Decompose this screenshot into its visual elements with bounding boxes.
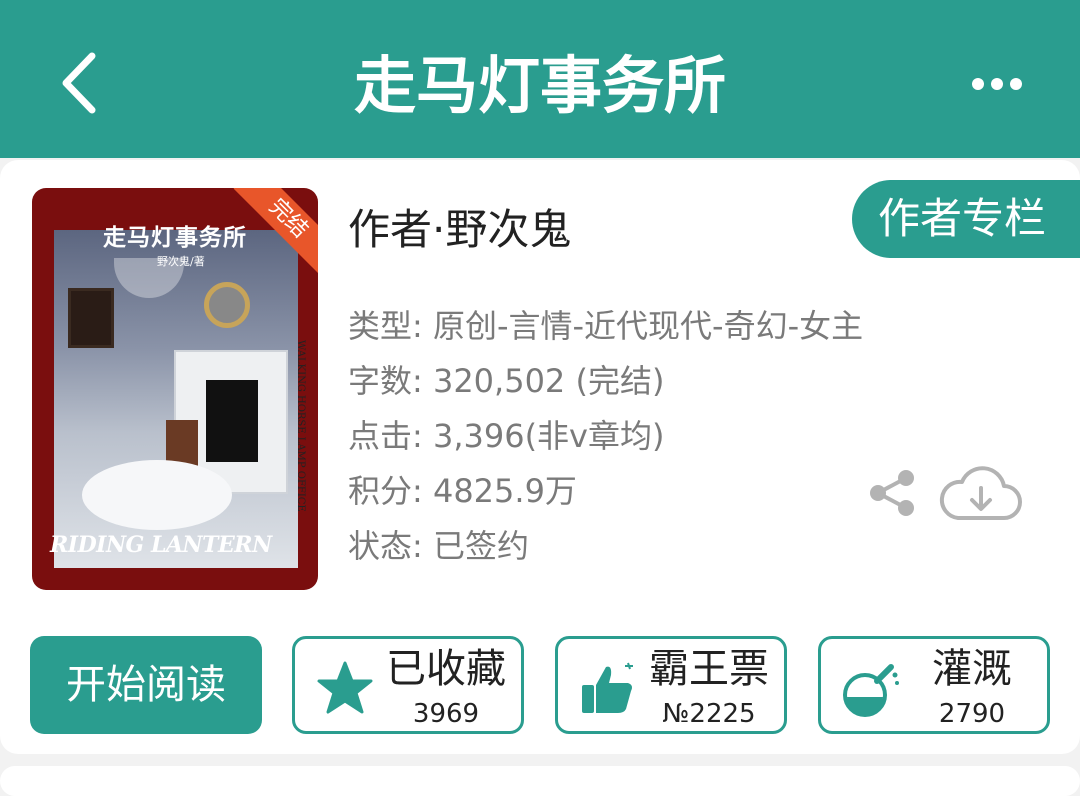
info-words: 字数: 320,502 (完结) [348,362,665,400]
cloud-download-icon [939,466,1022,520]
author-name[interactable]: 作者·野次鬼 [348,202,571,258]
book-cover[interactable]: 走马灯事务所 野次鬼/著 WALKING HORSE LAMP OFFICE R… [32,188,318,590]
cover-photo [54,230,298,568]
ticket-label: 霸王票 [649,646,769,692]
cover-english-title: RIDING LANTERN [50,532,272,558]
fireplace-opening [206,380,258,462]
share-button[interactable] [866,468,918,518]
next-section-card [0,766,1080,796]
info-type: 类型: 原创-言情-近代现代-奇幻-女主 [348,307,864,345]
author-column-button[interactable]: 作者专栏 [852,180,1080,258]
nutrient-button[interactable]: 灌溉 2790 [818,636,1050,734]
star-icon [317,661,373,714]
cover-vertical-text: WALKING HORSE LAMP OFFICE [295,340,306,512]
favorite-label: 已收藏 [386,646,506,692]
favorite-button[interactable]: 已收藏 3969 [292,636,524,734]
nutrient-count: 2790 [938,699,1006,729]
chevron-left-icon [62,52,96,114]
thumbs-up-icon [582,662,633,713]
nutrient-label: 灌溉 [932,646,1012,692]
table-shape [82,460,232,530]
share-icon [870,470,914,516]
more-button[interactable] [962,62,1032,106]
info-clicks: 点击: 3,396(非v章均) [348,417,665,455]
download-button[interactable] [938,464,1024,526]
start-reading-button[interactable]: 开始阅读 [30,636,262,734]
mirror-shape [204,282,250,328]
page-title: 走马灯事务所 [353,49,726,122]
more-horizontal-icon [972,78,1022,90]
ticket-button[interactable]: 霸王票 №2225 [555,636,787,734]
favorite-count: 3969 [412,699,480,729]
painting-shape [68,288,114,348]
top-bar: 走马灯事务所 [0,0,1080,158]
flask-icon [843,664,899,717]
cover-byline: 野次鬼/著 [157,255,205,268]
book-info-card: 走马灯事务所 野次鬼/著 WALKING HORSE LAMP OFFICE R… [0,160,1080,754]
ticket-count: №2225 [662,699,756,729]
info-status: 状态: 已签约 [348,527,529,565]
back-button[interactable] [52,50,112,116]
